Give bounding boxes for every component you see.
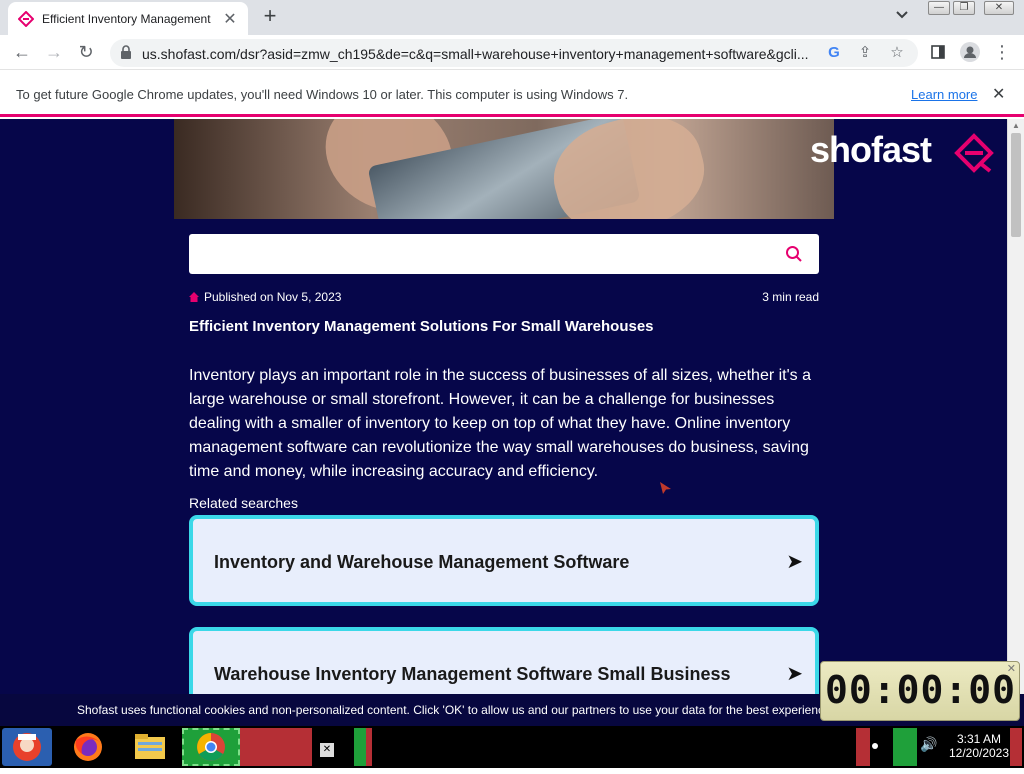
file-explorer-icon[interactable] [128,728,172,766]
page-content: shofast Published on Nov 5, 2023 3 min r… [0,119,1007,694]
minimize-window-button[interactable]: — [928,1,950,15]
tab-search-chevron-icon[interactable] [896,8,908,22]
tab-strip: Efficient Inventory Management ✕ + — ❐ ✕ [0,0,1024,35]
search-input[interactable] [189,234,819,274]
volume-icon[interactable]: 🔊 [920,736,937,774]
browser-tab[interactable]: Efficient Inventory Management ✕ [8,2,248,35]
article-title: Efficient Inventory Management Solutions… [189,318,654,335]
infobar-message: To get future Google Chrome updates, you… [16,87,629,102]
side-panel-icon[interactable] [926,40,950,64]
related-search-label: Inventory and Warehouse Management Softw… [214,552,630,572]
chrome-update-infobar: To get future Google Chrome updates, you… [0,71,1024,117]
article-body: Inventory plays an important role in the… [189,367,812,480]
bookmark-star-icon[interactable]: ☆ [888,44,906,62]
profile-avatar-icon[interactable] [958,40,982,64]
tray-app-icon[interactable] [856,728,870,766]
mouse-cursor-icon [660,482,671,494]
tab-title: Efficient Inventory Management [42,11,211,26]
url-text[interactable]: us.shofast.com/dsr?asid=zmw_ch195&de=c&q… [142,46,822,62]
tray-indicator-icon[interactable] [872,743,878,749]
taskbar-app-button[interactable] [240,728,312,766]
arrow-right-icon: ➤ [786,551,803,573]
search-icon[interactable] [785,245,803,263]
site-logo[interactable]: shofast [810,129,932,171]
browser-toolbar: ← → ↻ us.shofast.com/dsr?asid=zmw_ch195&… [0,35,1024,70]
lock-icon [121,45,131,59]
taskbar-clock[interactable]: 3:31 AM 12/20/2023 [944,732,1014,760]
shofast-logo-icon[interactable] [954,133,994,173]
clock-date: 12/20/2023 [948,746,1010,760]
page-scrollbar[interactable]: ▲ [1007,119,1024,694]
close-window-button[interactable]: ✕ [984,1,1014,15]
start-button[interactable] [2,728,52,766]
chrome-taskbar-icon[interactable] [182,728,240,766]
address-bar[interactable]: us.shofast.com/dsr?asid=zmw_ch195&de=c&q… [110,39,918,67]
tab-close-icon[interactable]: ✕ [222,9,238,29]
infobar-close-icon[interactable]: ✕ [992,84,1005,104]
related-searches-label: Related searches [189,495,298,511]
clock-time: 3:31 AM [956,732,1002,746]
published-date: Published on Nov 5, 2023 [204,290,342,304]
cookie-message: Shofast uses functional cookies and non-… [77,703,831,717]
read-time: 3 min read [762,290,819,304]
google-lens-icon[interactable]: G [825,44,843,62]
reload-icon[interactable]: ↻ [74,40,98,64]
new-tab-button[interactable]: + [258,5,282,29]
share-icon[interactable]: ⇪ [856,44,874,62]
scrollbar-thumb[interactable] [1011,133,1021,237]
timer-display: 00:00:00 [825,668,1017,712]
scroll-up-arrow-icon[interactable]: ▲ [1012,121,1020,130]
related-search-label: Warehouse Inventory Management Software … [214,664,731,684]
home-icon [189,292,199,302]
hero-image [174,119,834,219]
shofast-favicon-icon [18,10,34,27]
related-search-card[interactable]: Warehouse Inventory Management Software … [189,627,819,694]
network-icon[interactable] [893,728,917,766]
forward-arrow-icon[interactable]: → [42,40,66,64]
close-icon[interactable]: ✕ [320,743,334,757]
taskbar-app-button[interactable] [366,728,372,766]
firefox-icon[interactable] [66,728,110,766]
windows-taskbar: ✕ 🔊 [0,726,1024,768]
learn-more-link[interactable]: Learn more [911,87,977,102]
timer-close-icon[interactable]: ✕ [1007,662,1016,675]
timer-widget[interactable]: 00:00:00 ✕ [820,661,1020,721]
arrow-right-icon: ➤ [786,663,803,685]
related-search-card[interactable]: Inventory and Warehouse Management Softw… [189,515,819,606]
restore-window-button[interactable]: ❐ [953,1,975,15]
article-meta: Published on Nov 5, 2023 3 min read [189,290,819,304]
back-arrow-icon[interactable]: ← [10,40,34,64]
more-menu-icon[interactable]: ⋮ [990,40,1014,64]
